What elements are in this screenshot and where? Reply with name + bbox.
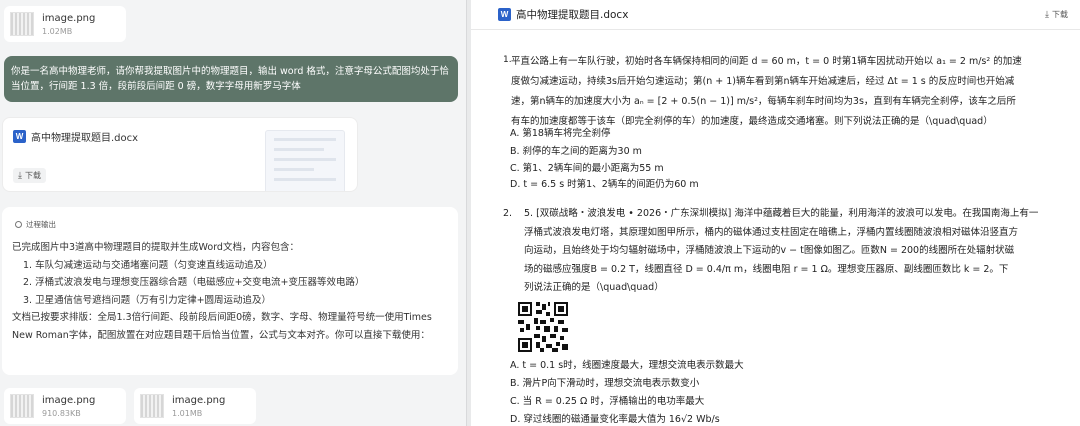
reply-outro: 文档已按要求排版：全局1.3倍行间距、段前段后间距0磅，数字、字母、物理量符号统…	[12, 312, 432, 341]
viewer-header: W 高中物理提取题目.docx ⤓ 下载	[471, 0, 1080, 30]
image-thumbnail	[140, 394, 164, 418]
attachment-name: image.png	[42, 394, 96, 406]
reply-list-item: 3. 卫星通信信号遮挡问题（万有引力定律+圆周运动追及）	[23, 294, 272, 306]
viewer-title: 高中物理提取题目.docx	[516, 9, 629, 21]
document-viewer: W 高中物理提取题目.docx ⤓ 下载 1. 平直公路上有一车队行驶，初始时各…	[471, 0, 1080, 426]
reply-text: 已完成图片中3道高中物理题目的提取并生成Word文档，内容包含： 1. 车队匀减…	[12, 239, 450, 344]
reasoning-label: 过程输出	[26, 220, 56, 229]
attachment-size: 1.01MB	[172, 408, 203, 418]
download-icon: ⤓	[18, 170, 22, 181]
attachment-size: 910.83KB	[42, 408, 81, 418]
q1-option-c: C. 第1、2辆车间的最小距离为55 m	[510, 163, 664, 174]
reply-intro: 已完成图片中3道高中物理题目的提取并生成Word文档，内容包含：	[12, 242, 299, 253]
q1-line: 度做匀减速运动，持续3s后开始匀速运动；第(n + 1)辆车看到第n辆车开始减速…	[511, 76, 1015, 87]
q1-line: 速，第n辆车的加速度大小为 aₙ = [2 + 0.5(n − 1)] m/s²…	[511, 96, 1016, 107]
reply-list-item: 1. 车队匀减速运动与交通堵塞问题（匀变速直线运动追及）	[23, 259, 273, 271]
user-prompt-bubble: 你是一名高中物理老师，请你帮我提取图片中的物理题目，输出 word 格式，注意字…	[4, 56, 458, 102]
attachment-image-2[interactable]: image.png 1.01MB	[134, 388, 256, 424]
app-window: image.png 1.02MB 你是一名高中物理老师，请你帮我提取图片中的物理…	[0, 0, 1080, 426]
document-page: 1. 平直公路上有一车队行驶，初始时各车辆保持相同的间距 d = 60 m，t …	[471, 30, 1080, 426]
qr-code-image	[516, 300, 570, 354]
doc-card-name: 高中物理提取题目.docx	[31, 133, 139, 144]
reasoning-toggle[interactable]: 过程输出	[15, 219, 56, 230]
q2-option-a: A. t = 0.1 s时，线圈速度最大，理想交流电表示数最大	[510, 360, 744, 371]
attachment-image-top[interactable]: image.png 1.02MB	[4, 6, 126, 42]
reply-list-item: 2. 浮桶式波浪发电与理想变压器综合题（电磁感应+交变电流+变压器等效电路）	[23, 277, 365, 288]
q2-line: 5. [双碳战略・波浪发电 • 2026・广东深圳模拟] 海洋中蕴藏着巨大的能量…	[524, 208, 1039, 219]
q2-line: 浮桶式波浪发电灯塔，其原理如图甲所示，桶内的磁体通过支柱固定在暗礁上，浮桶内置线…	[524, 226, 1019, 238]
q2-option-b: B. 滑片P向下滑动时，理想交流电表示数变小	[510, 378, 700, 389]
reasoning-icon	[15, 221, 22, 228]
q1-line: 平直公路上有一车队行驶，初始时各车辆保持相同的间距 d = 60 m，t = 0…	[511, 56, 1022, 67]
attachment-size: 1.02MB	[42, 26, 73, 36]
word-icon: W	[498, 8, 511, 21]
download-icon: ⤓	[1045, 9, 1049, 20]
doc-download-label: 下载	[24, 171, 41, 180]
assistant-reply: 过程输出 已完成图片中3道高中物理题目的提取并生成Word文档，内容包含： 1.…	[2, 207, 458, 375]
attachment-image-1[interactable]: image.png 910.83KB	[4, 388, 126, 424]
q2-number: 2.	[503, 208, 513, 219]
user-prompt-text: 你是一名高中物理老师，请你帮我提取图片中的物理题目，输出 word 格式，注意字…	[11, 66, 449, 92]
viewer-download-label: 下载	[1052, 10, 1068, 19]
doc-preview-thumbnail	[265, 130, 345, 191]
q2-stem: 5. [双碳战略・波浪发电 • 2026・广东深圳模拟] 海洋中蕴藏着巨大的能量…	[524, 205, 1072, 298]
attachment-name: image.png	[172, 394, 226, 406]
q1-stem: 平直公路上有一车队行驶，初始时各车辆保持相同的间距 d = 60 m，t = 0…	[511, 52, 1073, 132]
generated-doc-card[interactable]: W 高中物理提取题目.docx ⤓ 下载	[2, 117, 358, 192]
q2-line: 列说法正确的是（\quad\quad）	[524, 282, 664, 293]
q2-line: 场的磁感应强度B = 0.2 T，线圈直径 D = 0.4/π m，线圈电阻 r…	[524, 263, 1009, 275]
doc-download-button[interactable]: ⤓ 下载	[13, 168, 46, 183]
q2-line: 向运动，且始终处于均匀辐射磁场中，浮桶随波浪上下运动的v − t图像如图乙。匝数…	[524, 245, 1015, 256]
viewer-download-button[interactable]: ⤓ 下载	[1045, 9, 1068, 20]
q2-option-d: D. 穿过线圈的磁通量变化率最大值为 16√2 Wb/s	[510, 414, 720, 425]
q1-option-d: D. t = 6.5 s 时第1、2辆车的间距仍为60 m	[510, 179, 699, 190]
word-icon: W	[13, 130, 26, 143]
image-thumbnail	[10, 394, 34, 418]
q1-option-a: A. 第18辆车将完全刹停	[510, 128, 611, 139]
attachment-name: image.png	[42, 12, 96, 24]
q2-option-c: C. 当 R = 0.25 Ω 时，浮桶输出的电功率最大	[510, 396, 705, 407]
q1-option-b: B. 刹停的车之间的距离为30 m	[510, 146, 642, 157]
image-thumbnail	[10, 12, 34, 36]
chat-pane: image.png 1.02MB 你是一名高中物理老师，请你帮我提取图片中的物理…	[0, 0, 466, 426]
